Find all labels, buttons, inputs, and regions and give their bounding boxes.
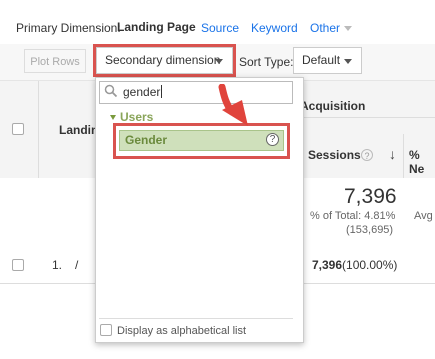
row-number: 1. [52, 258, 63, 272]
primary-dimension-label: Primary Dimension: [16, 21, 121, 35]
row-checkbox[interactable] [12, 259, 24, 271]
secondary-dimension-highlight [93, 44, 236, 77]
help-icon[interactable]: ? [361, 149, 373, 161]
row-sessions-value: 7,396 [312, 258, 343, 272]
total-sessions: 7,396 [344, 185, 397, 208]
dimension-other-link[interactable]: Other [310, 21, 353, 35]
sort-type-value: Default [302, 53, 341, 67]
dimension-source-link[interactable]: Source [201, 21, 239, 35]
gender-highlight [113, 123, 290, 159]
sort-descending-icon[interactable]: ↓ [389, 146, 396, 162]
plot-rows-button[interactable]: Plot Rows [24, 49, 86, 73]
row-sessions: 7,396(100.00%) [312, 258, 397, 272]
acquisition-header: Acquisition [300, 99, 366, 113]
alphabetical-list-checkbox[interactable] [100, 324, 112, 336]
dimension-keyword-link[interactable]: Keyword [251, 21, 298, 35]
select-all-checkbox[interactable] [12, 123, 24, 135]
sort-type-label: Sort Type: [239, 55, 294, 69]
chevron-down-icon [344, 26, 353, 32]
search-icon [104, 84, 118, 101]
total-sessions-abs: (153,695) [346, 224, 394, 236]
dimension-group-users[interactable]: Users [120, 110, 153, 124]
sort-type-select[interactable]: Default [293, 47, 362, 74]
chevron-down-icon [344, 59, 352, 64]
dropdown-divider [99, 318, 293, 319]
landing-page-header[interactable]: Landin [59, 123, 98, 137]
dimension-landing-page[interactable]: Landing Page [117, 20, 196, 34]
annotation-arrow-icon [218, 84, 248, 126]
sessions-header[interactable]: Sessions [308, 148, 361, 162]
total-sessions-pct: % of Total: 4.81% [310, 210, 396, 222]
alphabetical-list-label[interactable]: Display as alphabetical list [117, 325, 246, 337]
header-divider [300, 117, 435, 118]
dimension-other-label: Other [310, 21, 341, 35]
row-sessions-pct: (100.00%) [342, 258, 398, 272]
dimension-search-value: gender [123, 85, 163, 99]
avg-label: Avg [414, 210, 433, 222]
group-collapse-icon[interactable] [110, 115, 116, 120]
pct-new-sessions-header[interactable]: % Ne [409, 148, 435, 176]
row-landing-page[interactable]: / [75, 258, 78, 272]
